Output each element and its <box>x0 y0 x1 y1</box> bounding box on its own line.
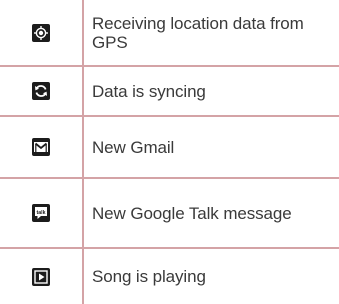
gmail-icon <box>32 138 50 156</box>
talk-icon-label: talk <box>37 210 46 216</box>
table-row: Receiving location data from GPS <box>0 0 339 67</box>
row-description: New Gmail <box>92 137 175 157</box>
talk-icon: talk <box>32 204 50 222</box>
row-description: Receiving location data from GPS <box>92 13 304 52</box>
icon-cell <box>0 67 84 115</box>
row-description: Data is syncing <box>92 81 206 101</box>
icon-cell: talk <box>0 179 84 247</box>
row-description: New Google Talk message <box>92 203 292 223</box>
table-row: talk New Google Talk message <box>0 179 339 249</box>
play-icon <box>32 267 50 286</box>
table-row: New Gmail <box>0 117 339 179</box>
status-icon-table: Receiving location data from GPS Data is… <box>0 0 339 304</box>
icon-cell <box>0 117 84 177</box>
icon-cell <box>0 0 84 65</box>
table-row: Data is syncing <box>0 67 339 117</box>
gps-icon <box>32 23 50 42</box>
sync-icon <box>32 82 50 100</box>
